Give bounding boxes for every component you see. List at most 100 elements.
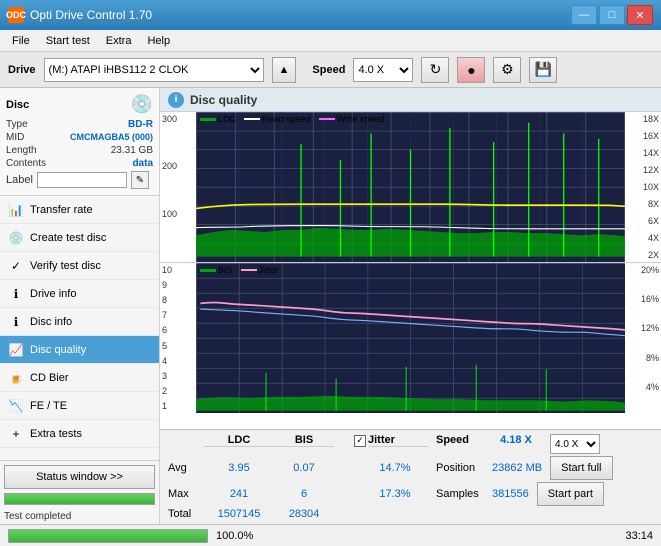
top-chart: 300 200 100 18X 16X 14X 12X 10X 8X 6X 4X…: [160, 112, 661, 263]
jitter-checkbox[interactable]: ✓: [354, 435, 366, 447]
record-button[interactable]: ●: [457, 57, 485, 83]
sidebar-item-label: Disc info: [30, 316, 72, 328]
sidebar-item-label: CD Bier: [30, 372, 69, 384]
speed-label: Speed: [312, 64, 345, 76]
chart-title: Disc quality: [190, 93, 257, 107]
max-label: Max: [168, 488, 204, 500]
disc-icon: 💿: [131, 94, 153, 115]
sidebar-nav: 📊 Transfer rate 💿 Create test disc ✓ Ver…: [0, 196, 159, 460]
speed-col-header: Speed: [436, 434, 486, 446]
avg-bis: 0.07: [274, 462, 334, 474]
menu-extra[interactable]: Extra: [98, 33, 140, 49]
sidebar-item-drive-info[interactable]: ℹ Drive info: [0, 280, 159, 308]
sidebar-item-label: Extra tests: [30, 428, 82, 440]
legend-write: Write speed: [337, 114, 385, 124]
sidebar-item-disc-quality[interactable]: 📈 Disc quality: [0, 336, 159, 364]
y-b-1: 1: [162, 401, 194, 411]
minimize-button[interactable]: —: [571, 5, 597, 25]
start-full-button[interactable]: Start full: [550, 456, 612, 480]
avg-ldc: 3.95: [204, 462, 274, 474]
position-val: 23862 MB: [492, 462, 542, 474]
mid-label: MID: [6, 132, 24, 143]
status-window-button[interactable]: Status window >>: [4, 465, 155, 489]
y-b-6: 6: [162, 325, 194, 335]
sidebar: Disc 💿 Type BD-R MID CMCMAGBA5 (000) Len…: [0, 88, 160, 524]
menu-help[interactable]: Help: [139, 33, 178, 49]
y-b-3: 3: [162, 371, 194, 381]
sidebar-item-fe-te[interactable]: 📉 FE / TE: [0, 392, 159, 420]
speed-val-header: 4.18 X: [486, 434, 546, 446]
y-top-100: 100: [162, 209, 194, 219]
y-top-200: 200: [162, 161, 194, 171]
sidebar-item-verify-test[interactable]: ✓ Verify test disc: [0, 252, 159, 280]
samples-val: 381556: [492, 488, 529, 500]
y-right-16x: 16X: [627, 131, 659, 141]
start-part-button[interactable]: Start part: [537, 482, 604, 506]
type-label: Type: [6, 119, 28, 130]
y-r-20: 20%: [627, 265, 659, 275]
y-right-8x: 8X: [627, 199, 659, 209]
length-value: 23.31 GB: [111, 145, 153, 156]
chart-area: i Disc quality: [160, 88, 661, 524]
sidebar-item-disc-info[interactable]: ℹ Disc info: [0, 308, 159, 336]
cd-bier-icon: 🍺: [8, 370, 24, 386]
y-b-5: 5: [162, 341, 194, 351]
y-r-4: 4%: [627, 382, 659, 392]
top-chart-svg: [196, 112, 625, 262]
menu-file[interactable]: File: [4, 33, 38, 49]
stats-section: LDC BIS ✓ Jitter Speed 4.18 X 4.0 X Avg …: [160, 429, 661, 524]
maximize-button[interactable]: □: [599, 5, 625, 25]
save-button[interactable]: 💾: [529, 57, 557, 83]
eject-button[interactable]: ▲: [272, 57, 297, 83]
refresh-button[interactable]: ↻: [421, 57, 449, 83]
status-text: Test completed: [0, 509, 159, 524]
speed-select[interactable]: 4.0 X: [353, 58, 413, 82]
drive-select[interactable]: (M:) ATAPI iHBS112 2 CLOK: [44, 58, 264, 82]
max-ldc: 241: [204, 488, 274, 500]
legend-ldc: LDC: [218, 114, 236, 124]
extra-tests-icon: +: [8, 426, 24, 442]
y-right-12x: 12X: [627, 165, 659, 175]
max-bis: 6: [274, 488, 334, 500]
app-icon: ODC: [8, 7, 24, 23]
sidebar-item-create-test[interactable]: 💿 Create test disc: [0, 224, 159, 252]
sidebar-item-label: Create test disc: [30, 232, 106, 244]
label-edit-button[interactable]: ✎: [131, 171, 149, 189]
contents-value: data: [132, 158, 153, 169]
disc-quality-icon: 📈: [8, 342, 24, 358]
total-ldc: 1507145: [204, 508, 274, 520]
verify-test-icon: ✓: [8, 258, 24, 274]
col-bis-header: BIS: [274, 434, 334, 447]
chart-header: i Disc quality: [160, 88, 661, 112]
jitter-label: Jitter: [368, 434, 428, 447]
create-test-icon: 💿: [8, 230, 24, 246]
transfer-rate-icon: 📊: [8, 202, 24, 218]
samples-label: Samples: [436, 488, 492, 500]
position-label: Position: [436, 462, 492, 474]
disc-panel: Disc 💿 Type BD-R MID CMCMAGBA5 (000) Len…: [0, 88, 159, 196]
type-value: BD-R: [128, 119, 153, 130]
progress-fill: [5, 494, 154, 504]
y-r-12: 12%: [627, 323, 659, 333]
time-display: 33:14: [625, 530, 653, 542]
fe-te-icon: 📉: [8, 398, 24, 414]
sidebar-item-transfer-rate[interactable]: 📊 Transfer rate: [0, 196, 159, 224]
sidebar-item-cd-bier[interactable]: 🍺 CD Bier: [0, 364, 159, 392]
speed-select-stats[interactable]: 4.0 X: [550, 434, 600, 454]
y-b-10: 10: [162, 265, 194, 275]
disc-info-icon: ℹ: [8, 314, 24, 330]
label-input[interactable]: [37, 172, 127, 188]
y-top-300: 300: [162, 114, 194, 124]
y-b-9: 9: [162, 280, 194, 290]
toolbar: Drive (M:) ATAPI iHBS112 2 CLOK ▲ Speed …: [0, 52, 661, 88]
sidebar-item-extra-tests[interactable]: + Extra tests: [0, 420, 159, 448]
bottom-chart-svg: [196, 263, 625, 413]
settings-button[interactable]: ⚙: [493, 57, 521, 83]
mid-value: CMCMAGBA5 (000): [70, 132, 153, 143]
close-button[interactable]: ✕: [627, 5, 653, 25]
length-label: Length: [6, 145, 37, 156]
bottom-status-bar: 100.0% 33:14: [0, 524, 661, 546]
sidebar-item-label: Transfer rate: [30, 204, 93, 216]
menu-start-test[interactable]: Start test: [38, 33, 98, 49]
avg-jitter: 14.7%: [354, 462, 436, 474]
